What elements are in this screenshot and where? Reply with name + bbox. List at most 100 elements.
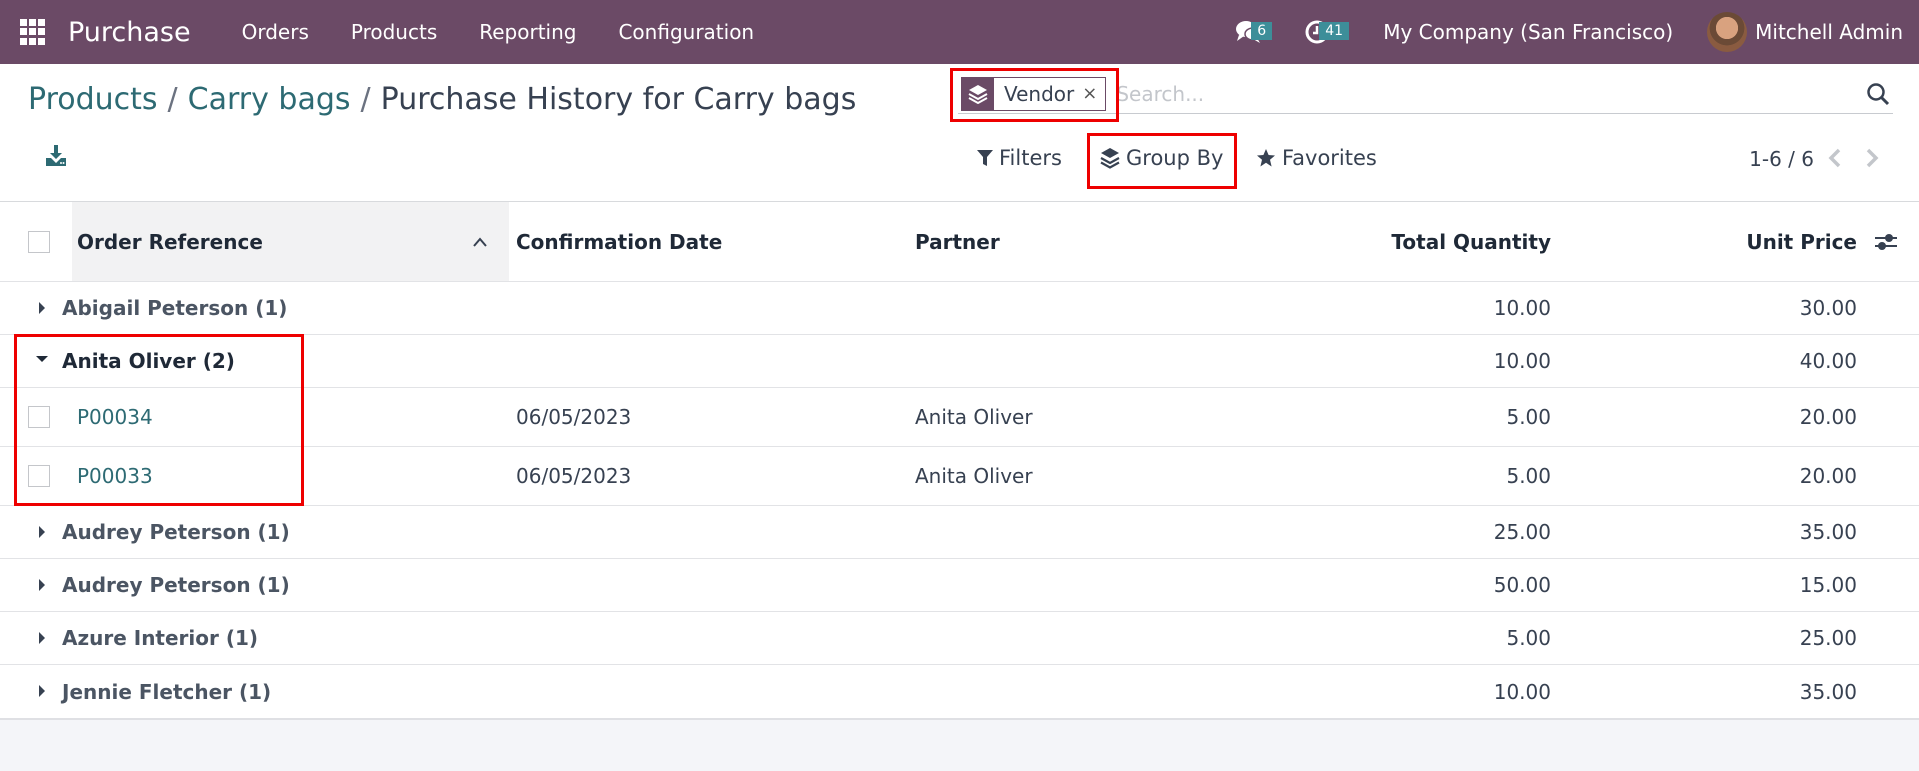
app-name[interactable]: Purchase [68, 17, 191, 48]
star-icon [1257, 149, 1275, 167]
group-row[interactable]: Audrey Peterson (1) 50.00 15.00 [0, 559, 1919, 612]
breadcrumb-products[interactable]: Products [28, 82, 158, 117]
group-total-quantity: 10.00 [1493, 349, 1551, 373]
group-by-layers-icon [962, 77, 994, 110]
messages-count-badge: 6 [1251, 22, 1273, 40]
user-avatar[interactable] [1707, 12, 1748, 52]
navbar-systray: 6 41 My Company (San Francisco) Mitchell… [1229, 0, 1919, 64]
search-icon [1867, 82, 1890, 105]
group-total-quantity: 5.00 [1506, 626, 1551, 650]
group-name: Azure Interior (1) [62, 626, 259, 650]
group-unit-price: 40.00 [1799, 349, 1857, 373]
group-by-layers-icon [1100, 148, 1120, 169]
caret-right-icon [36, 579, 48, 591]
filters-label: Filters [999, 146, 1062, 170]
pager-previous-button[interactable] [1823, 144, 1847, 172]
app-menu-grid-icon[interactable] [20, 19, 46, 45]
sliders-icon [1875, 233, 1897, 250]
row-checkbox[interactable] [28, 465, 50, 487]
optional-columns-toggle[interactable] [1874, 202, 1898, 281]
favorites-label: Favorites [1282, 146, 1377, 170]
order-reference-link[interactable]: P00034 [77, 388, 153, 446]
menu-configuration[interactable]: Configuration [618, 20, 754, 44]
export-download-button[interactable] [44, 144, 68, 168]
group-name: Audrey Peterson (1) [62, 573, 290, 597]
activities-count-badge: 41 [1319, 22, 1350, 40]
filters-button[interactable]: Filters [977, 146, 1062, 170]
download-icon [46, 145, 66, 166]
partner: Anita Oliver [915, 405, 1033, 429]
menu-reporting[interactable]: Reporting [479, 20, 576, 44]
group-total-quantity: 10.00 [1493, 296, 1551, 320]
messages-button[interactable]: 6 [1229, 12, 1273, 52]
group-row[interactable]: Jennie Fletcher (1) 10.00 35.00 [0, 665, 1919, 718]
menu-products[interactable]: Products [351, 20, 437, 44]
control-panel: Products / Carry bags / Purchase History for… [0, 64, 1919, 202]
purchase-history-list: Order Reference Confirmation Date Partne… [0, 202, 1919, 720]
group-total-quantity: 50.00 [1493, 573, 1551, 597]
row-checkbox[interactable] [28, 406, 50, 428]
table-row[interactable]: P00033 06/05/2023 Anita Oliver 5.00 20.0… [0, 447, 1919, 506]
breadcrumb-separator: / [360, 82, 371, 117]
group-row[interactable]: Anita Oliver (2) 10.00 40.00 [0, 335, 1919, 388]
menu-orders[interactable]: Orders [242, 20, 309, 44]
search-bar: Vendor × [958, 74, 1893, 114]
search-button[interactable] [1863, 79, 1893, 109]
caret-right-icon [36, 685, 48, 697]
favorites-button[interactable]: Favorites [1256, 146, 1377, 170]
caret-right-icon [36, 526, 48, 538]
unit-price: 20.00 [1799, 405, 1857, 429]
group-row[interactable]: Abigail Peterson (1) 10.00 30.00 [0, 282, 1919, 335]
facet-remove-icon[interactable]: × [1082, 83, 1105, 104]
pager-next-button[interactable] [1860, 144, 1884, 172]
table-row[interactable]: P00034 06/05/2023 Anita Oliver 5.00 20.0… [0, 388, 1919, 447]
breadcrumb-separator: / [167, 82, 178, 117]
total-quantity: 5.00 [1506, 405, 1551, 429]
group-unit-price: 35.00 [1799, 520, 1857, 544]
column-confirmation-date[interactable]: Confirmation Date [516, 202, 722, 281]
caret-right-icon [36, 632, 48, 644]
pager-value[interactable]: 1-6 / 6 [1749, 147, 1814, 171]
group-name: Abigail Peterson (1) [62, 296, 288, 320]
group-row[interactable]: Azure Interior (1) 5.00 25.00 [0, 612, 1919, 665]
partner: Anita Oliver [915, 464, 1033, 488]
column-total-quantity[interactable]: Total Quantity [1300, 202, 1551, 281]
caret-right-icon [36, 302, 48, 314]
group-row[interactable]: Audrey Peterson (1) 25.00 35.00 [0, 506, 1919, 559]
breadcrumb-carry-bags[interactable]: Carry bags [188, 82, 351, 117]
total-quantity: 5.00 [1506, 464, 1551, 488]
group-total-quantity: 25.00 [1493, 520, 1551, 544]
group-unit-price: 15.00 [1799, 573, 1857, 597]
group-unit-price: 25.00 [1799, 626, 1857, 650]
select-all-checkbox[interactable] [28, 230, 50, 253]
confirmation-date: 06/05/2023 [516, 405, 632, 429]
group-by-label: Group By [1126, 146, 1224, 170]
group-name: Audrey Peterson (1) [62, 520, 290, 544]
chevron-right-icon [1866, 148, 1879, 168]
activities-button[interactable]: 41 [1297, 12, 1350, 52]
group-name: Jennie Fletcher (1) [62, 679, 272, 704]
top-navbar: Purchase Orders Products Reporting Confi… [0, 0, 1919, 64]
order-reference-link[interactable]: P00033 [77, 447, 153, 505]
unit-price: 20.00 [1799, 464, 1857, 488]
group-name: Anita Oliver (2) [62, 349, 235, 373]
sort-ascending-icon[interactable] [472, 202, 488, 281]
company-switcher[interactable]: My Company (San Francisco) [1383, 20, 1673, 44]
column-unit-price[interactable]: Unit Price [1600, 202, 1857, 281]
page-title: Purchase History for Carry bags [380, 82, 857, 117]
group-unit-price: 35.00 [1799, 679, 1857, 704]
column-order-reference[interactable]: Order Reference [77, 202, 263, 281]
search-facet-vendor[interactable]: Vendor × [961, 76, 1107, 111]
group-by-button[interactable]: Group By [1100, 146, 1223, 170]
facet-label: Vendor [1004, 81, 1075, 106]
caret-down-icon [36, 353, 48, 365]
group-unit-price: 30.00 [1799, 296, 1857, 320]
list-header: Order Reference Confirmation Date Partne… [0, 202, 1919, 282]
user-menu[interactable]: Mitchell Admin [1755, 20, 1903, 44]
confirmation-date: 06/05/2023 [516, 464, 632, 488]
breadcrumb: Products / Carry bags / Purchase History for… [28, 82, 856, 117]
chevron-left-icon [1828, 148, 1841, 168]
column-partner[interactable]: Partner [915, 202, 1000, 281]
search-input[interactable] [1116, 81, 1863, 106]
group-total-quantity: 10.00 [1493, 679, 1551, 704]
